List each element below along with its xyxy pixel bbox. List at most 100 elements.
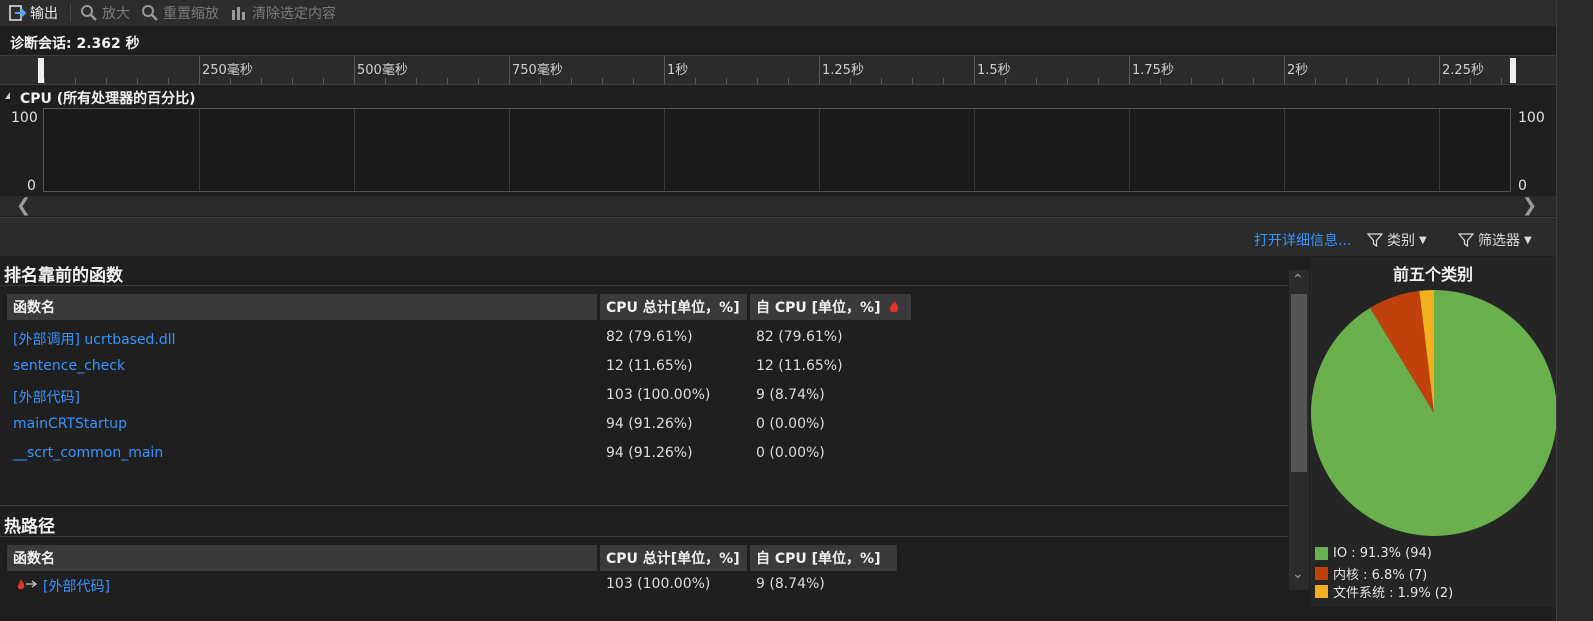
self-cpu-cell: 9 (8.74%) bbox=[756, 387, 825, 403]
magnifier-reset-icon bbox=[142, 5, 158, 21]
magnifier-plus-icon bbox=[81, 5, 97, 21]
timeline-ruler[interactable]: 250毫秒 500毫秒 750毫秒 1秒 1.25秒 1.5秒 1.75秒 2秒… bbox=[0, 55, 1556, 85]
filter-dropdown[interactable]: 筛选器 ▼ bbox=[1458, 230, 1532, 250]
chevron-down-icon: ▼ bbox=[1419, 234, 1427, 246]
ruler-minor-tick bbox=[261, 78, 262, 84]
ruler-minor-tick bbox=[974, 78, 975, 84]
ruler-minor-tick bbox=[788, 78, 789, 84]
ruler-tick: 2.25秒 bbox=[1442, 63, 1484, 78]
timeline-end-handle[interactable] bbox=[1510, 58, 1516, 83]
ruler-minor-tick bbox=[1377, 78, 1378, 84]
categories-label: 类别 bbox=[1387, 233, 1415, 249]
clear-selection-button[interactable]: 清除选定内容 bbox=[230, 0, 336, 26]
open-details-link[interactable]: 打开详细信息... bbox=[1254, 230, 1351, 250]
scrollbar-thumb[interactable] bbox=[1291, 294, 1307, 472]
flame-icon bbox=[890, 300, 899, 313]
zoom-in-label: 放大 bbox=[102, 6, 130, 22]
ruler-minor-tick bbox=[137, 78, 138, 84]
function-name-link[interactable]: sentence_check bbox=[13, 358, 125, 374]
session-duration: 诊断会话: 2.362 秒 bbox=[10, 36, 140, 52]
function-name-link[interactable]: [外部调用] ucrtbased.dll bbox=[13, 329, 176, 349]
chevron-down-icon: ▼ bbox=[1524, 234, 1532, 246]
output-icon bbox=[9, 5, 26, 21]
categories-pie-chart[interactable] bbox=[1310, 289, 1556, 537]
hot-path-function-link[interactable]: [外部代码] bbox=[43, 576, 110, 596]
legend-swatch bbox=[1315, 567, 1328, 580]
cpu-total-cell: 94 (91.26%) bbox=[606, 445, 693, 461]
ruler-minor-tick bbox=[416, 78, 417, 84]
ruler-tick: 2秒 bbox=[1287, 63, 1309, 78]
column-header-cpu-total[interactable]: CPU 总计[单位，%] bbox=[600, 545, 747, 571]
ruler-minor-tick bbox=[75, 78, 76, 84]
ruler-minor-tick bbox=[106, 78, 107, 84]
filter-icon bbox=[1458, 233, 1474, 248]
collapse-arrow-icon[interactable] bbox=[5, 92, 10, 99]
ruler-tick: 500毫秒 bbox=[357, 63, 408, 78]
ruler-minor-tick bbox=[943, 78, 944, 84]
output-button[interactable]: 输出 bbox=[8, 0, 58, 26]
ruler-minor-tick bbox=[323, 78, 324, 84]
divider bbox=[0, 536, 1288, 537]
legend-item: 文件系统 : 1.9% (2) bbox=[1315, 582, 1453, 601]
function-name-link[interactable]: [外部代码] bbox=[13, 387, 80, 407]
ruler-minor-tick bbox=[540, 78, 541, 84]
column-header-function-name[interactable]: 函数名 bbox=[7, 545, 597, 571]
legend-swatch bbox=[1315, 585, 1328, 598]
cpu-usage-graph[interactable] bbox=[43, 108, 1511, 192]
hot-path-icon bbox=[16, 577, 38, 595]
cpu-graph-title: CPU (所有处理器的百分比) bbox=[20, 91, 196, 107]
ruler-minor-tick bbox=[199, 78, 200, 84]
self-cpu-cell: 82 (79.61%) bbox=[756, 329, 843, 345]
top-categories-panel: 前五个类别 IO : 91.3% (94) 内核 : 6.8% (7) 文件系统 :… bbox=[1310, 257, 1556, 607]
ruler-minor-tick bbox=[1129, 78, 1130, 84]
cpu-axis-min-left: 0 bbox=[27, 178, 36, 194]
ruler-tick: 250毫秒 bbox=[202, 63, 253, 78]
column-header-self-cpu[interactable]: 自 CPU [单位，%] bbox=[750, 294, 911, 320]
column-header-self-cpu[interactable]: 自 CPU [单位，%] bbox=[750, 545, 897, 571]
ruler-minor-tick bbox=[1470, 78, 1471, 84]
ruler-tick: 1.75秒 bbox=[1132, 63, 1174, 78]
reset-zoom-label: 重置缩放 bbox=[163, 6, 219, 22]
ruler-minor-tick bbox=[354, 78, 355, 84]
ruler-minor-tick bbox=[1191, 78, 1192, 84]
zoom-in-button[interactable]: 放大 bbox=[80, 0, 130, 26]
column-header-function-name[interactable]: 函数名 bbox=[7, 294, 597, 320]
functions-vertical-scrollbar[interactable]: ⌃ ⌄ bbox=[1289, 270, 1309, 590]
cpu-graph-header[interactable]: CPU (所有处理器的百分比) bbox=[0, 85, 1556, 107]
ruler-tick: 1.5秒 bbox=[977, 63, 1011, 78]
ruler-minor-tick bbox=[726, 78, 727, 84]
hot-path-title: 热路径 bbox=[4, 517, 55, 537]
column-header-cpu-total[interactable]: CPU 总计[单位，%] bbox=[600, 294, 747, 320]
ruler-minor-tick bbox=[1067, 78, 1068, 84]
ruler-minor-tick bbox=[385, 78, 386, 84]
self-cpu-cell: 0 (0.00%) bbox=[756, 416, 825, 432]
legend-item: 内核 : 6.8% (7) bbox=[1315, 564, 1427, 583]
scroll-right-icon[interactable]: ❯ bbox=[1522, 197, 1537, 215]
ruler-minor-tick bbox=[292, 78, 293, 84]
ruler-minor-tick bbox=[1408, 78, 1409, 84]
hot-path-cpu-total: 103 (100.00%) bbox=[606, 576, 711, 592]
legend-label: 内核 : 6.8% (7) bbox=[1333, 568, 1428, 583]
ruler-minor-tick bbox=[571, 78, 572, 84]
ruler-minor-tick bbox=[633, 78, 634, 84]
ruler-minor-tick bbox=[881, 78, 882, 84]
self-cpu-cell: 0 (0.00%) bbox=[756, 445, 825, 461]
function-name-link[interactable]: __scrt_common_main bbox=[13, 445, 163, 461]
ruler-minor-tick bbox=[478, 78, 479, 84]
scroll-down-icon[interactable]: ⌄ bbox=[1292, 566, 1304, 582]
ruler-minor-tick bbox=[509, 78, 510, 84]
legend-item: IO : 91.3% (94) bbox=[1315, 546, 1432, 561]
function-name-link[interactable]: mainCRTStartup bbox=[13, 416, 127, 432]
scroll-left-icon[interactable]: ❮ bbox=[16, 197, 31, 215]
ruler-minor-tick bbox=[1222, 78, 1223, 84]
scroll-up-icon[interactable]: ⌃ bbox=[1292, 272, 1304, 288]
ruler-minor-tick bbox=[1098, 78, 1099, 84]
ruler-minor-tick bbox=[447, 78, 448, 84]
categories-dropdown[interactable]: 类别 ▼ bbox=[1367, 230, 1427, 250]
timeline-horizontal-scrollbar[interactable]: ❮ ❯ bbox=[0, 196, 1556, 216]
cpu-total-cell: 82 (79.61%) bbox=[606, 329, 693, 345]
reset-zoom-button[interactable]: 重置缩放 bbox=[141, 0, 219, 26]
filter-label: 筛选器 bbox=[1478, 233, 1520, 249]
ruler-minor-tick bbox=[44, 78, 45, 84]
ruler-tick: 750毫秒 bbox=[512, 63, 563, 78]
